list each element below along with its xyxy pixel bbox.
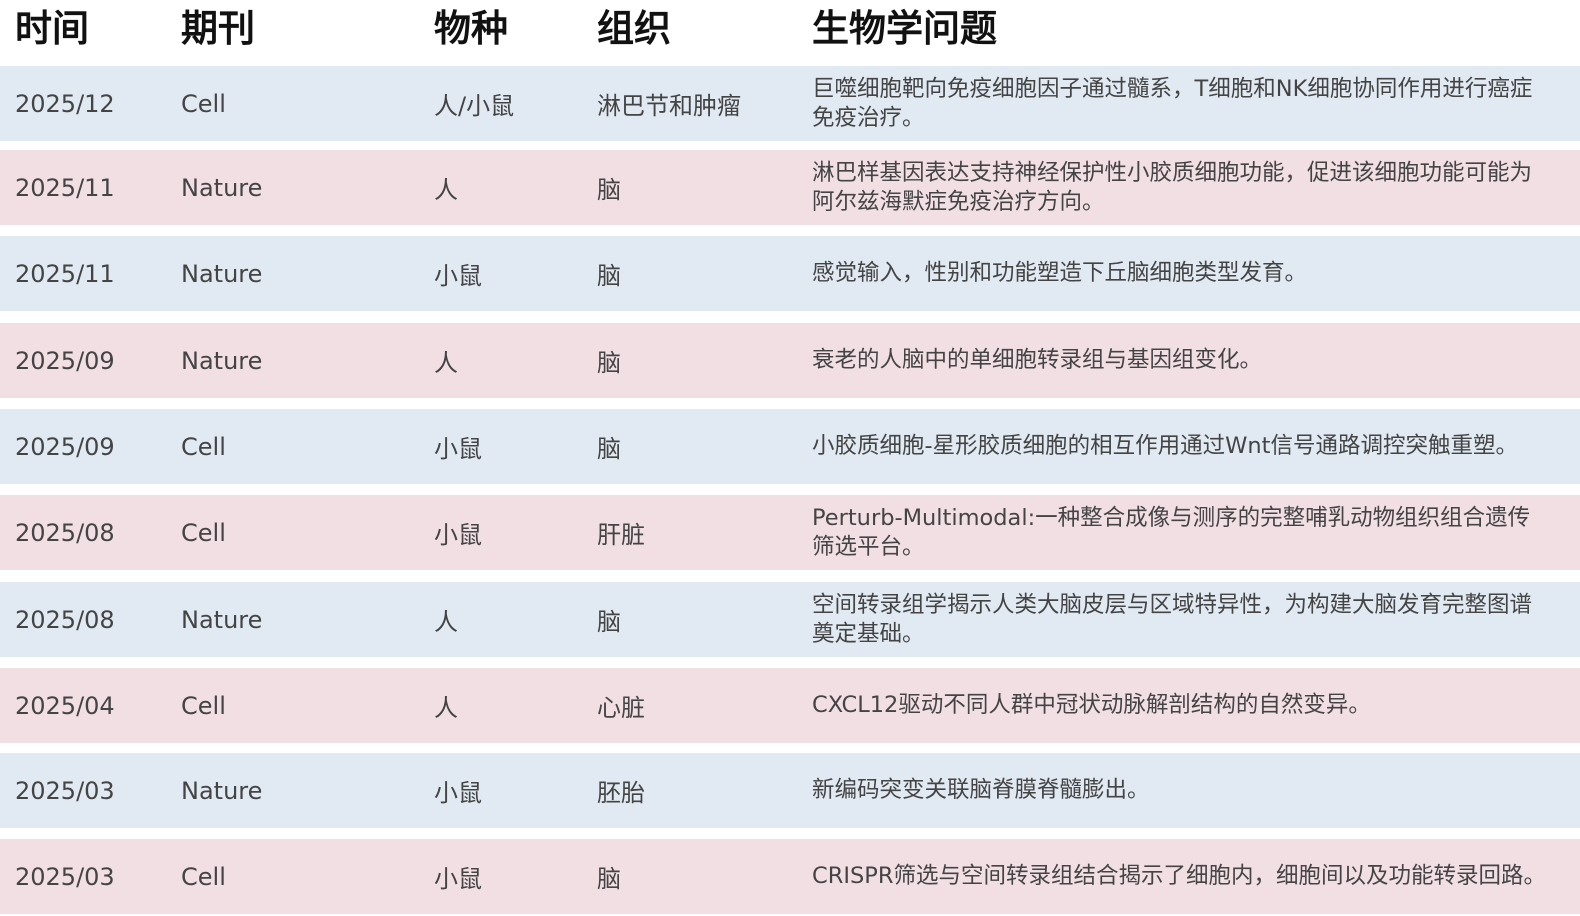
cell-question: 衰老的人脑中的单细胞转录组与基因组变化。 bbox=[812, 347, 1263, 373]
cell-tissue: 脑 bbox=[597, 349, 621, 377]
cell-tissue: 心脏 bbox=[597, 694, 645, 722]
cell-journal: Nature bbox=[181, 346, 263, 375]
cell-journal: Nature bbox=[181, 776, 263, 805]
cell-journal: Cell bbox=[181, 691, 226, 720]
cell-species: 人/小鼠 bbox=[434, 92, 515, 120]
cell-time: 2025/04 bbox=[15, 691, 115, 720]
cell-time: 2025/11 bbox=[15, 173, 115, 202]
table-body: 2025/12 Cell 人/小鼠 淋巴节和肿瘤 巨噬细胞靶向免疫细胞因子通过髓… bbox=[0, 66, 1580, 916]
cell-time: 2025/11 bbox=[15, 259, 115, 288]
cell-journal: Cell bbox=[181, 862, 226, 891]
cell-question: 感觉输入，性别和功能塑造下丘脑细胞类型发育。 bbox=[812, 260, 1308, 286]
cell-question: CRISPR筛选与空间转录组结合揭示了细胞内，细胞间以及功能转录回路。 bbox=[812, 863, 1546, 889]
table-row: 2025/08 Cell 小鼠 肝脏 Perturb-Multimodal:一种… bbox=[0, 495, 1580, 570]
header-tissue: 组织 bbox=[597, 7, 671, 50]
cell-time: 2025/03 bbox=[15, 862, 115, 891]
cell-journal: Nature bbox=[181, 259, 263, 288]
cell-journal: Nature bbox=[181, 173, 263, 202]
cell-journal: Cell bbox=[181, 89, 226, 118]
cell-species: 人 bbox=[434, 176, 458, 204]
cell-question: 新编码突变关联脑脊膜脊髓膨出。 bbox=[812, 777, 1150, 803]
table-row: 2025/04 Cell 人 心脏 CXCL12驱动不同人群中冠状动脉解剖结构的… bbox=[0, 668, 1580, 743]
cell-time: 2025/09 bbox=[15, 346, 115, 375]
table-row: 2025/09 Nature 人 脑 衰老的人脑中的单细胞转录组与基因组变化。 bbox=[0, 323, 1580, 398]
table-row: 2025/09 Cell 小鼠 脑 小胶质细胞-星形胶质细胞的相互作用通过Wnt… bbox=[0, 409, 1580, 484]
cell-tissue: 脑 bbox=[597, 435, 621, 463]
cell-question: Perturb-Multimodal:一种整合成像与测序的完整哺乳动物组织组合遗… bbox=[812, 504, 1531, 560]
cell-species: 小鼠 bbox=[434, 865, 482, 893]
table-header: 时间 期刊 物种 组织 生物学问题 bbox=[0, 0, 1580, 62]
header-journal: 期刊 bbox=[181, 7, 255, 50]
cell-time: 2025/08 bbox=[15, 605, 115, 634]
cell-question: 空间转录组学揭示人类大脑皮层与区域特异性，为构建大脑发育完整图谱奠定基础。 bbox=[812, 591, 1533, 647]
cell-question: 小胶质细胞-星形胶质细胞的相互作用通过Wnt信号通路调控突触重塑。 bbox=[812, 433, 1518, 459]
cell-question: 巨噬细胞靶向免疫细胞因子通过髓系，T细胞和NK细胞协同作用进行癌症免疫治疗。 bbox=[812, 75, 1533, 131]
table-row: 2025/03 Nature 小鼠 胚胎 新编码突变关联脑脊膜脊髓膨出。 bbox=[0, 753, 1580, 828]
cell-time: 2025/12 bbox=[15, 89, 115, 118]
table-row: 2025/08 Nature 人 脑 空间转录组学揭示人类大脑皮层与区域特异性，… bbox=[0, 582, 1580, 657]
table-row: 2025/12 Cell 人/小鼠 淋巴节和肿瘤 巨噬细胞靶向免疫细胞因子通过髓… bbox=[0, 66, 1580, 141]
cell-time: 2025/08 bbox=[15, 518, 115, 547]
cell-species: 人 bbox=[434, 694, 458, 722]
cell-species: 小鼠 bbox=[434, 262, 482, 290]
cell-tissue: 淋巴节和肿瘤 bbox=[597, 92, 741, 120]
cell-species: 人 bbox=[434, 349, 458, 377]
header-biological-question: 生物学问题 bbox=[812, 7, 997, 50]
table-row: 2025/11 Nature 小鼠 脑 感觉输入，性别和功能塑造下丘脑细胞类型发… bbox=[0, 236, 1580, 311]
cell-tissue: 肝脏 bbox=[597, 521, 645, 549]
cell-question: CXCL12驱动不同人群中冠状动脉解剖结构的自然变异。 bbox=[812, 692, 1371, 718]
cell-species: 小鼠 bbox=[434, 521, 482, 549]
cell-tissue: 胚胎 bbox=[597, 779, 645, 807]
header-species: 物种 bbox=[434, 7, 508, 50]
table-row: 2025/11 Nature 人 脑 淋巴样基因表达支持神经保护性小胶质细胞功能… bbox=[0, 150, 1580, 225]
cell-time: 2025/09 bbox=[15, 432, 115, 461]
cell-journal: Cell bbox=[181, 518, 226, 547]
cell-time: 2025/03 bbox=[15, 776, 115, 805]
cell-question: 淋巴样基因表达支持神经保护性小胶质细胞功能，促进该细胞功能可能为阿尔兹海默症免疫… bbox=[812, 159, 1533, 215]
header-time: 时间 bbox=[15, 7, 89, 50]
cell-species: 人 bbox=[434, 608, 458, 636]
cell-species: 小鼠 bbox=[434, 435, 482, 463]
cell-journal: Cell bbox=[181, 432, 226, 461]
cell-tissue: 脑 bbox=[597, 262, 621, 290]
cell-tissue: 脑 bbox=[597, 608, 621, 636]
table-row: 2025/03 Cell 小鼠 脑 CRISPR筛选与空间转录组结合揭示了细胞内… bbox=[0, 839, 1580, 914]
cell-tissue: 脑 bbox=[597, 865, 621, 893]
cell-species: 小鼠 bbox=[434, 779, 482, 807]
cell-tissue: 脑 bbox=[597, 176, 621, 204]
cell-journal: Nature bbox=[181, 605, 263, 634]
